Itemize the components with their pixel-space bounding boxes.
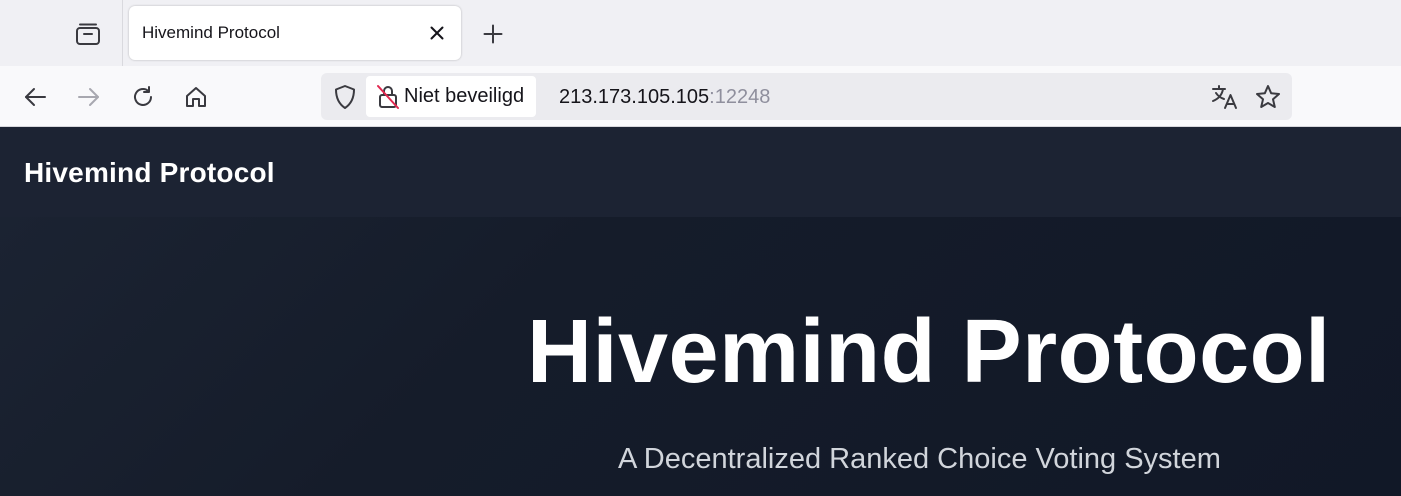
shield-icon (335, 84, 355, 109)
translate-icon (1212, 85, 1237, 109)
url-text[interactable]: 213.173.105.105:12248 (559, 86, 770, 109)
new-tab-button[interactable] (472, 14, 514, 54)
back-arrow-icon (25, 88, 46, 106)
hero-title: Hivemind Protocol (527, 302, 1331, 402)
forward-arrow-icon (78, 88, 99, 106)
url-host: 213.173.105.105 (559, 86, 710, 108)
tab-title: Hivemind Protocol (142, 23, 280, 42)
site-header: Hivemind Protocol (0, 127, 1401, 217)
navigation-toolbar: Niet beveiligd 213.173.105.105:12248 (0, 66, 1401, 127)
forward-button[interactable] (69, 77, 109, 117)
plus-icon (483, 24, 503, 44)
not-secure-label: Niet beveiligd (404, 85, 525, 107)
site-security-indicator[interactable]: Niet beveiligd (366, 76, 537, 117)
site-brand[interactable]: Hivemind Protocol (24, 157, 275, 189)
address-bar[interactable]: Niet beveiligd 213.173.105.105:12248 (321, 73, 1292, 120)
home-button[interactable] (176, 77, 216, 117)
close-icon (430, 26, 444, 40)
bookmark-button[interactable] (1249, 78, 1287, 116)
tracking-protection-button[interactable] (325, 77, 365, 116)
home-icon (186, 87, 206, 107)
reload-icon (134, 86, 152, 106)
tab-overview-button[interactable] (64, 12, 112, 56)
tab-active[interactable]: Hivemind Protocol (129, 6, 461, 60)
reload-button[interactable] (123, 77, 163, 117)
unlocked-crossed-icon (377, 84, 399, 109)
tab-separator (122, 0, 123, 66)
tab-close-button[interactable] (423, 19, 451, 47)
tab-overview-icon (76, 23, 100, 45)
tab-strip: Hivemind Protocol (0, 0, 1401, 66)
star-icon (1256, 85, 1280, 108)
hero-subtitle: A Decentralized Ranked Choice Voting Sys… (618, 443, 1221, 475)
page-content: Hivemind Protocol Hivemind Protocol A De… (0, 127, 1401, 496)
back-button[interactable] (15, 77, 55, 117)
url-port: :12248 (709, 86, 771, 108)
translate-button[interactable] (1206, 78, 1244, 116)
